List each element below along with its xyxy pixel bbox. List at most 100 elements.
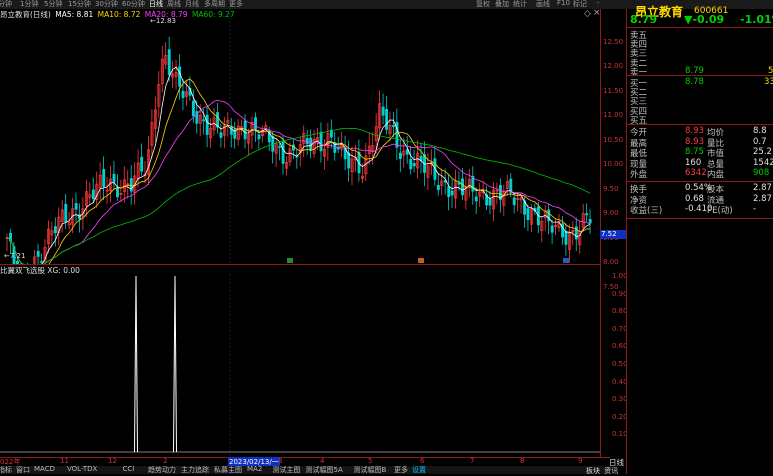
candle-body: [447, 186, 451, 198]
price-tick-label: 10.00: [603, 160, 624, 169]
date-tick-label: 6: [420, 457, 425, 465]
indicator-tab[interactable]: 设置: [412, 466, 426, 474]
toolbar-item-4[interactable]: 30分钟: [95, 0, 118, 9]
candle-body: [409, 159, 413, 170]
toolbar-item-2[interactable]: 5分钟: [44, 0, 62, 9]
indicator-tab[interactable]: 更多: [394, 466, 408, 474]
candle-body: [278, 146, 282, 148]
indicator-tab[interactable]: 测试主图: [273, 466, 301, 474]
xg-signal-spike: [173, 275, 177, 453]
current-price-marker: 7.52: [600, 230, 626, 239]
last-price: 8.79: [630, 13, 658, 26]
date-tick-label: 3: [278, 457, 283, 465]
stat-label: 内盘: [707, 170, 725, 181]
candle-body: [202, 119, 206, 122]
indicator-tab[interactable]: 指标: [0, 466, 12, 474]
date-tick-label: 8: [520, 457, 525, 465]
indicator-tab[interactable]: 趋势动力: [148, 466, 176, 474]
pane-divider: [0, 264, 600, 265]
price-tick-label: 12.00: [603, 62, 624, 71]
indicator-pane[interactable]: [0, 274, 600, 457]
stat-value: 8.8: [753, 126, 767, 136]
candle-body: [488, 198, 492, 206]
panel-divider: [627, 218, 773, 219]
candle-body: [91, 189, 95, 200]
toolbar-item-14[interactable]: 画线: [536, 0, 550, 9]
toolbar-item-3[interactable]: 15分钟: [68, 0, 91, 9]
panel-divider: [627, 27, 773, 28]
toolbar-item-13[interactable]: 统计: [513, 0, 527, 9]
toolbar-item-10[interactable]: 更多: [229, 0, 243, 9]
indicator-tab[interactable]: CCI: [123, 466, 135, 473]
date-tick-label: 7: [470, 457, 475, 465]
toolbar-item-7[interactable]: 周线: [167, 0, 181, 9]
candle-body: [219, 132, 223, 138]
candle-body: [461, 178, 464, 196]
stat-label: 外盘: [630, 170, 648, 181]
event-marker: [287, 258, 293, 263]
stat-value: 2.87: [753, 183, 772, 193]
toolbar-item-12[interactable]: 叠加: [495, 0, 509, 9]
stat-value: 0.68: [685, 193, 704, 204]
indicator-tab[interactable]: VOL-TDX: [67, 466, 97, 473]
candle-body: [40, 261, 44, 263]
candle-body: [512, 197, 516, 206]
stat-label: PE(动): [707, 206, 733, 217]
toolbar-item-16[interactable]: 标记: [573, 0, 587, 9]
stat-value: 8.93: [685, 136, 704, 147]
indicator-tab[interactable]: 主力追踪: [181, 466, 209, 474]
candle-body: [36, 250, 40, 257]
candle-body: [392, 125, 395, 128]
candle-body: [588, 218, 592, 224]
stat-value: 2.87: [753, 193, 772, 204]
toolbar-item-6[interactable]: 日线: [149, 0, 163, 9]
toolbar-item-8[interactable]: 月线: [185, 0, 199, 9]
date-tick-label: 11: [60, 457, 69, 465]
date-tick-label: 4: [320, 457, 325, 465]
indicator-tab[interactable]: 测试幅图5A: [306, 466, 343, 474]
indicator-tabs: 指标 窗口 MACD VOL-TDX CCI 趋势动力 主力追踪 私募主图 MA2 测试主图 测试幅…: [0, 466, 610, 474]
candle-body: [329, 129, 333, 138]
price-tick-label: 9.50: [603, 184, 619, 193]
low-label: ←7.21: [4, 252, 25, 260]
indicator-tab[interactable]: 测试幅图B: [354, 466, 387, 474]
candle-body: [191, 100, 195, 117]
candlestick-chart[interactable]: 昂立教育(日线) MA5: 8.81 MA10: 8.72 MA20: 8.79…: [0, 8, 601, 264]
toolbar-item-17[interactable]: -: [597, 0, 600, 7]
candles-svg: ←12.83 ←7.21: [4, 9, 592, 264]
candle-body: [112, 173, 116, 183]
candle-body: [450, 190, 454, 196]
candle-body: [585, 213, 589, 216]
indicator-tab[interactable]: MACD: [34, 466, 55, 473]
candle-body: [309, 137, 313, 151]
candle-body: [116, 187, 119, 198]
toolbar-item-9[interactable]: 多周期: [204, 0, 225, 9]
date-tick-label: 5: [368, 457, 373, 465]
toolbar-item-5[interactable]: 60分钟: [122, 0, 145, 9]
candle-body: [102, 168, 106, 187]
candle-body: [509, 178, 513, 193]
stat-value: 0.7: [753, 136, 767, 147]
price-tick-label: 10.50: [603, 135, 624, 144]
indicator-tab[interactable]: 私募主图: [214, 466, 242, 474]
price-tick-label: 12.50: [603, 38, 624, 46]
candle-body: [436, 184, 440, 190]
ma-line-20: [6, 99, 591, 264]
toolbar-item-0[interactable]: 分钟: [0, 0, 12, 9]
toolbar-item-11[interactable]: 复权: [476, 0, 490, 9]
quote-panel: 昂立教育 600661 8.79 ▼-0.09 -1.01% 卖五卖四卖三卖二卖…: [626, 5, 773, 474]
stat-value: 908: [753, 168, 770, 179]
toolbar-item-15[interactable]: F10: [557, 0, 570, 7]
stat-value: 1542: [753, 157, 773, 168]
panel-divider: [627, 75, 773, 76]
toolbar-item-1[interactable]: 1分钟: [20, 0, 38, 9]
candle-body: [257, 134, 261, 140]
indicator-tab[interactable]: MA2: [247, 466, 262, 473]
price-tick-label: 9.00: [603, 209, 619, 218]
indicator-tab[interactable]: 窗口: [16, 466, 30, 474]
price-change-pct: -1.01%: [740, 13, 773, 26]
candle-body: [53, 226, 57, 234]
price-tick-label: 8.00: [603, 258, 619, 267]
buy1-volume: 33: [764, 77, 773, 87]
candle-body: [471, 175, 475, 192]
